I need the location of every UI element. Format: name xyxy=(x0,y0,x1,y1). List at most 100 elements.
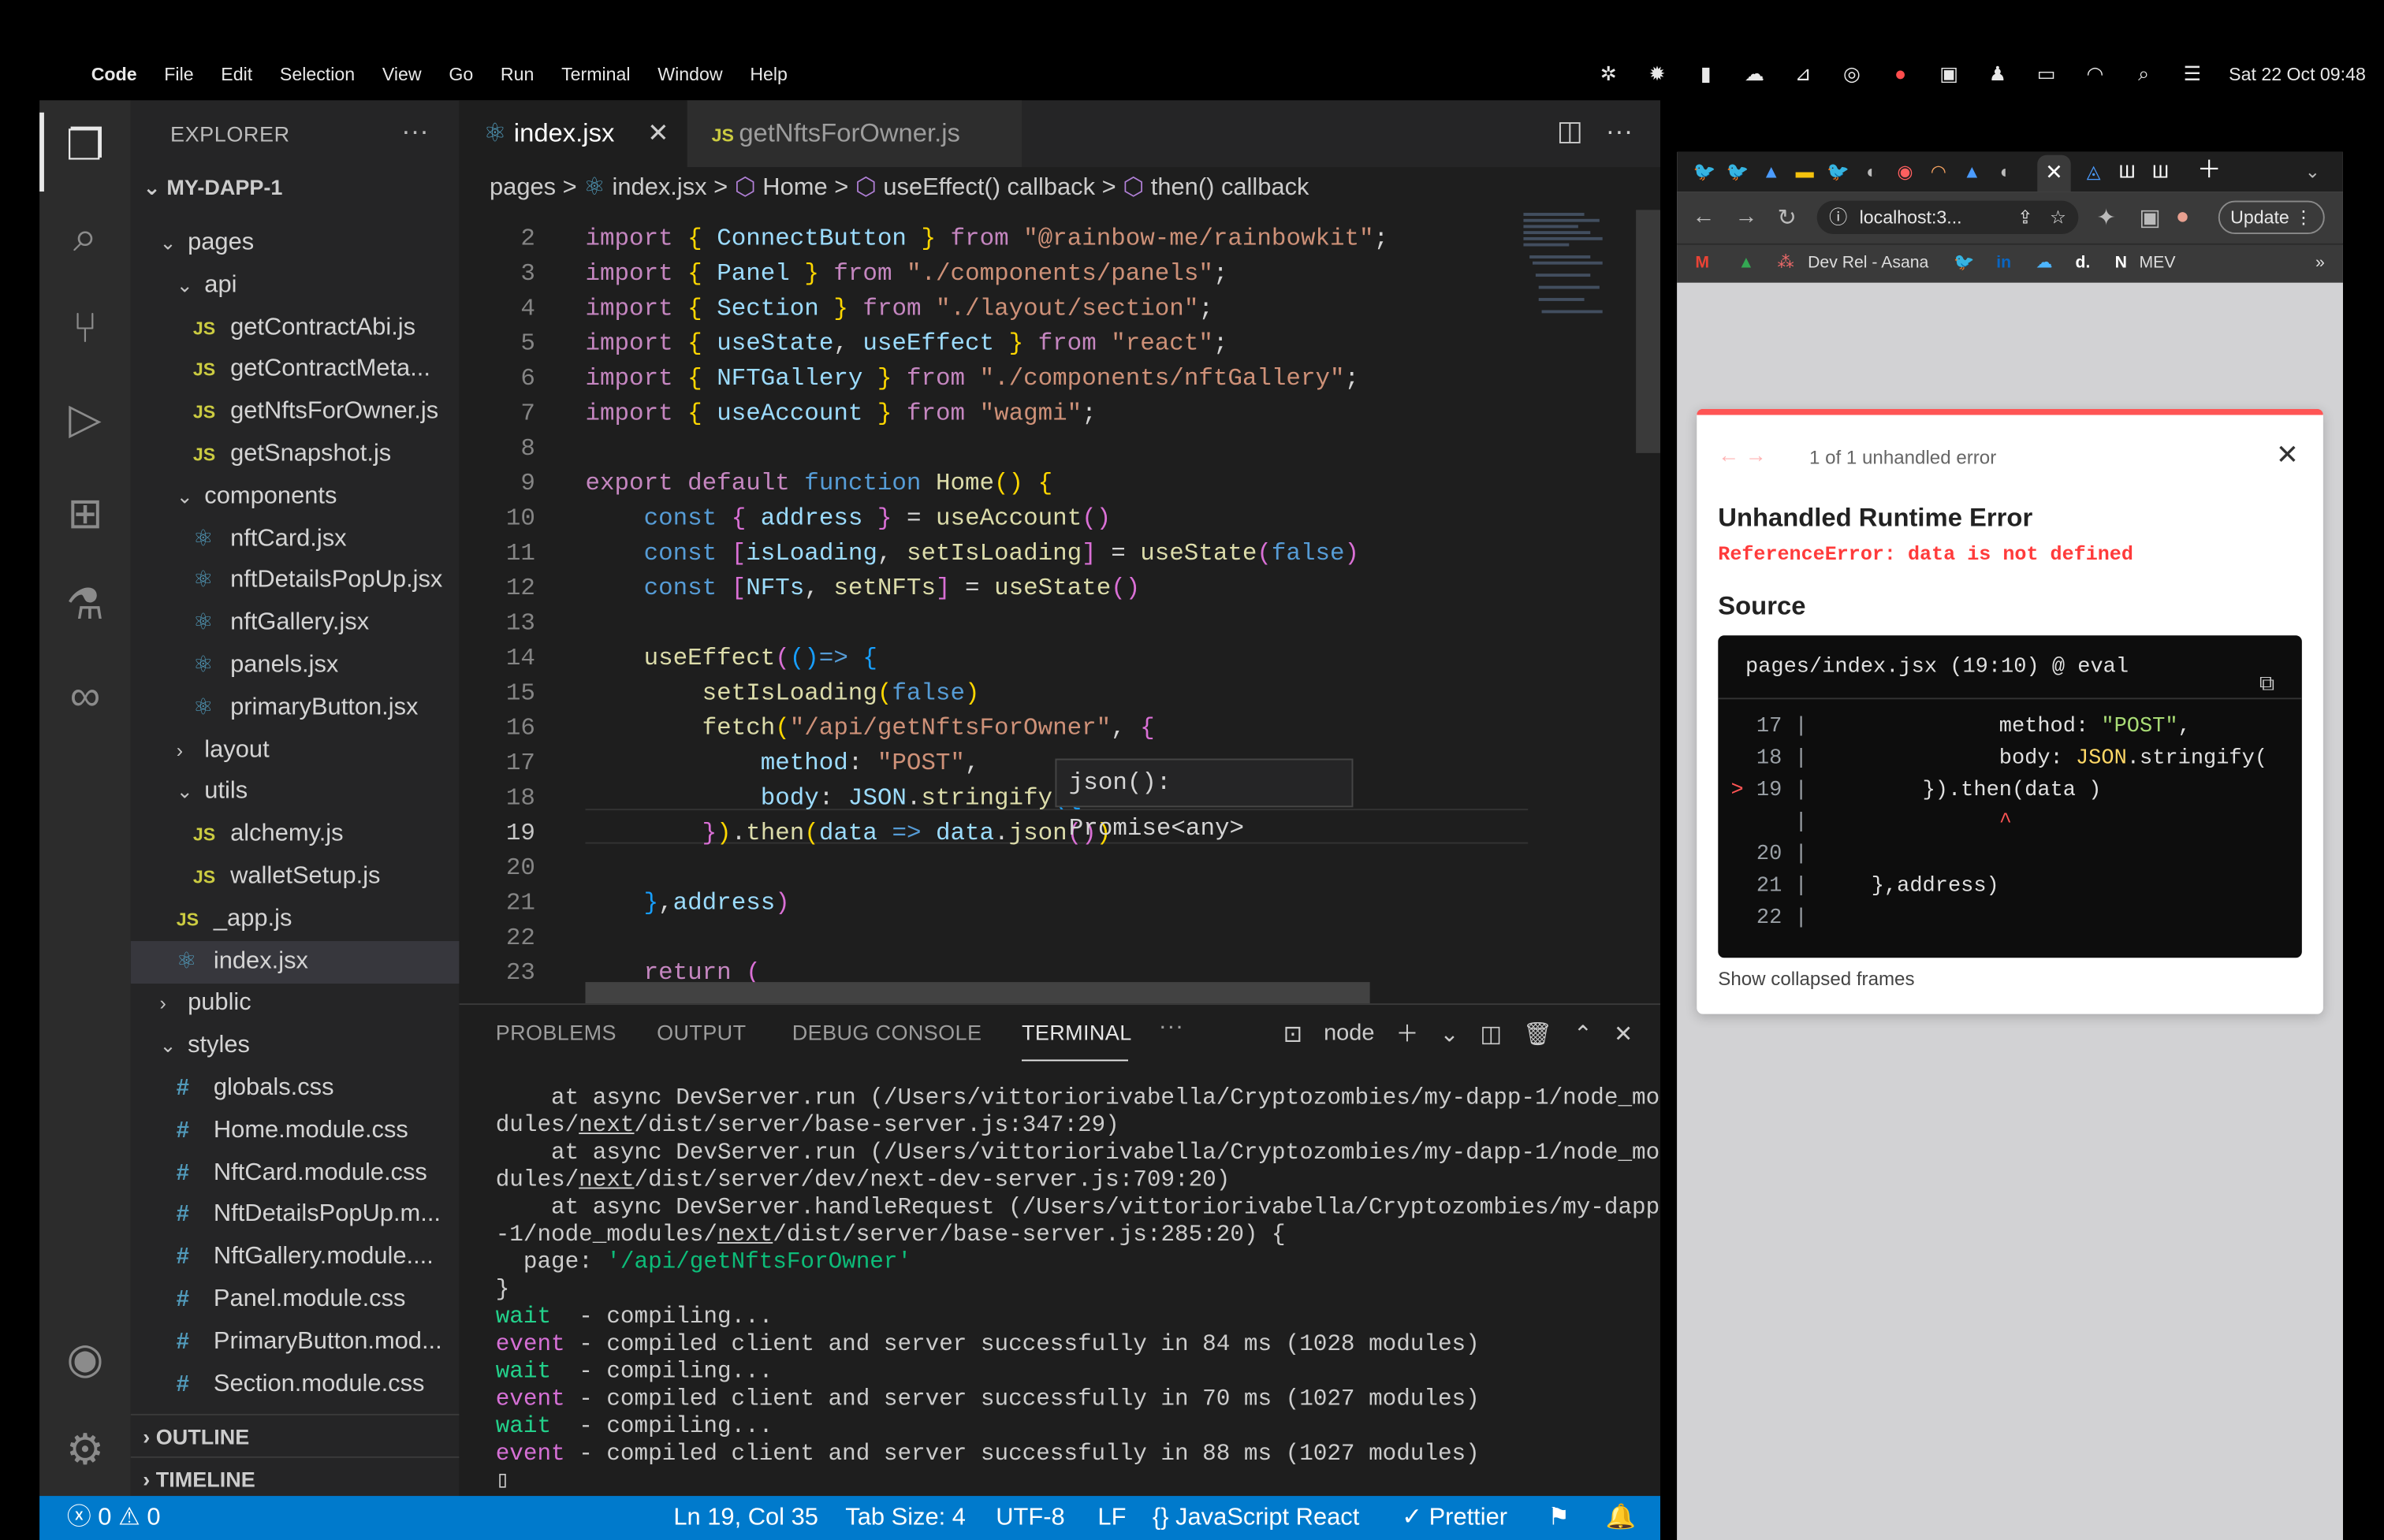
record-tab-icon[interactable]: ◉ xyxy=(1890,158,1920,186)
arrow-left-icon[interactable]: ← xyxy=(1718,442,1739,467)
trash-icon[interactable]: 🗑 xyxy=(1523,1019,1552,1047)
feedback-icon[interactable]: ⚑ xyxy=(1548,1496,1570,1540)
tab-terminal[interactable]: TERMINAL xyxy=(1022,1020,1132,1044)
tree-file[interactable]: # Panel.module.css xyxy=(131,1278,460,1321)
bookmark-mev[interactable]: MEV xyxy=(2139,245,2175,281)
end-of-line[interactable]: LF xyxy=(1097,1496,1126,1540)
breadcrumb-home[interactable]: Home xyxy=(762,175,827,201)
tree-file[interactable]: ⚛ panels.jsx xyxy=(131,645,460,687)
tree-folder[interactable]: ⌄ utils xyxy=(131,772,460,814)
github-icon[interactable]: ◐ xyxy=(1990,158,2021,186)
menu-app-name[interactable]: Code xyxy=(77,64,151,85)
extensions-puzzle-icon[interactable]: ✦ xyxy=(2096,203,2115,231)
more-actions-icon[interactable]: ··· xyxy=(401,116,429,148)
workspace-root[interactable]: ⌄ MY-DAPP-1 xyxy=(131,170,460,203)
linkedin-icon[interactable]: in xyxy=(1996,245,2011,281)
tab-icon[interactable]: Ш xyxy=(2145,158,2176,186)
wifi-icon[interactable]: ◠ xyxy=(2083,63,2107,85)
tree-file[interactable]: # globals.css xyxy=(131,1067,460,1110)
menu-help[interactable]: Help xyxy=(736,64,801,85)
terminal-output[interactable]: at async DevServer.run (/Users/vittorior… xyxy=(496,1084,1659,1494)
breadcrumb-then[interactable]: then() callback xyxy=(1151,175,1309,201)
encoding[interactable]: UTF-8 xyxy=(996,1496,1064,1540)
tree-file[interactable]: ⚛ primaryButton.jsx xyxy=(131,686,460,729)
minimap[interactable] xyxy=(1523,210,1615,362)
breadcrumb-pages[interactable]: pages xyxy=(490,175,556,201)
new-tab-icon[interactable]: ＋ xyxy=(2194,158,2225,186)
butterfly-icon[interactable]: ✲ xyxy=(1596,63,1621,85)
tab-index-jsx[interactable]: ⚛ index.jsx ✕ xyxy=(459,100,687,168)
settings-gear-icon[interactable]: ⚙ xyxy=(58,1423,112,1477)
vertical-scrollbar[interactable] xyxy=(1636,210,1660,453)
code-editor[interactable]: 2 import { ConnectButton } from "@rainbow… xyxy=(459,210,1660,1004)
menu-go[interactable]: Go xyxy=(435,64,487,85)
split-terminal-icon[interactable]: ◫ xyxy=(1481,1019,1502,1047)
audio-icon[interactable]: ▮ xyxy=(1693,63,1718,85)
gmail-icon[interactable]: M xyxy=(1695,245,1709,281)
external-link-icon[interactable]: ⧉ xyxy=(2259,653,2274,717)
focus-icon[interactable]: ◎ xyxy=(1839,63,1864,85)
explorer-files-icon[interactable]: ❐ xyxy=(58,118,112,173)
tree-file[interactable]: JS alchemy.js xyxy=(131,813,460,856)
tree-file[interactable]: ⚛ index.jsx xyxy=(130,940,460,984)
arrow-right-icon[interactable]: → xyxy=(1745,442,1767,467)
tree-folder[interactable]: ⌄ styles xyxy=(131,1025,460,1067)
menubar-datetime[interactable]: Sat 22 Oct 09:48 xyxy=(2229,64,2366,85)
bell-icon[interactable]: 🔔 xyxy=(1606,1496,1636,1540)
testing-flask-icon[interactable]: ⚗ xyxy=(58,578,112,632)
slides-tab-icon[interactable]: ▬ xyxy=(1790,158,1820,186)
split-editor-icon[interactable]: ◫ xyxy=(1557,116,1583,147)
app-tab-icon[interactable]: ▲ xyxy=(1957,158,1987,186)
app-tab-icon[interactable]: ◬ xyxy=(2078,158,2109,186)
remote-icon[interactable]: ∞ xyxy=(58,669,112,724)
tree-file[interactable]: # PrimaryButton.mod... xyxy=(131,1321,460,1363)
tree-folder[interactable]: › public xyxy=(131,983,460,1025)
run-debug-icon[interactable]: ▷ xyxy=(58,392,112,447)
terminal-shell[interactable]: node xyxy=(1324,1020,1374,1046)
tree-file[interactable]: ⚛ nftCard.jsx xyxy=(131,518,460,560)
search-icon[interactable]: ⌕ xyxy=(58,210,112,264)
star-icon[interactable]: ☆ xyxy=(2050,201,2066,234)
tab-debug-console[interactable]: DEBUG CONSOLE xyxy=(792,1020,982,1044)
menu-run[interactable]: Run xyxy=(487,64,548,85)
twitter-icon[interactable]: 🐦 xyxy=(1823,158,1853,186)
reload-icon[interactable]: ↻ xyxy=(1777,203,1796,231)
menu-window[interactable]: Window xyxy=(644,64,736,85)
rainbow-icon[interactable]: ◠ xyxy=(1924,158,1954,186)
tree-file[interactable]: JS getNftsForOwner.js xyxy=(131,391,460,433)
tree-folder[interactable]: ⌄ pages xyxy=(131,222,460,265)
breadcrumb-useeffect[interactable]: useEffect() callback xyxy=(883,175,1095,201)
app-icon[interactable]: ▣ xyxy=(1937,63,1961,85)
source-control-icon[interactable]: ⑂ xyxy=(58,301,112,355)
battery-icon[interactable]: ▭ xyxy=(2034,63,2058,85)
d-icon[interactable]: d. xyxy=(2075,245,2090,281)
tree-file[interactable]: JS getSnapshot.js xyxy=(131,433,460,476)
menu-file[interactable]: File xyxy=(151,64,207,85)
close-icon[interactable]: ✕ xyxy=(647,100,669,167)
search-icon[interactable]: ⌕ xyxy=(2132,63,2156,85)
timeline-section[interactable]: › TIMELINE xyxy=(130,1456,460,1499)
tab-problems[interactable]: PROBLEMS xyxy=(496,1020,616,1044)
prettier-status[interactable]: ✓ Prettier xyxy=(1402,1496,1507,1540)
record-icon[interactable]: ● xyxy=(1888,63,1913,85)
cloud-icon[interactable]: ☁ xyxy=(1742,63,1767,85)
github-icon[interactable]: ◐ xyxy=(1857,158,1887,186)
code-frame-file[interactable]: pages/index.jsx (19:10) @ eval ⧉ xyxy=(1718,635,2302,700)
update-button[interactable]: Update ⋮ xyxy=(2218,200,2325,235)
address-bar[interactable]: ⓘ localhost:3... ⇪ ☆ xyxy=(1816,200,2079,235)
panel-more-icon[interactable]: ··· xyxy=(1159,1014,1184,1042)
tree-file[interactable]: ⚛ nftGallery.jsx xyxy=(131,602,460,645)
tree-file[interactable]: # Section.module.css xyxy=(131,1363,460,1405)
menu-view[interactable]: View xyxy=(368,64,434,85)
tree-folder[interactable]: ⌄ components xyxy=(131,475,460,518)
add-terminal-icon[interactable]: ＋ xyxy=(1395,1017,1418,1049)
language-mode[interactable]: {} JavaScript React xyxy=(1153,1496,1359,1540)
tree-file[interactable]: # NftGallery.module.... xyxy=(131,1237,460,1279)
extensions-icon[interactable]: ⊞ xyxy=(58,486,112,541)
sidebar-icon[interactable]: ▣ xyxy=(2139,203,2160,231)
tree-folder[interactable]: › layout xyxy=(131,729,460,772)
tab-output[interactable]: OUTPUT xyxy=(657,1020,746,1044)
close-icon[interactable]: ✕ xyxy=(2276,439,2299,471)
tree-file[interactable]: JS _app.js xyxy=(131,898,460,941)
app-tab-icon[interactable]: ▲ xyxy=(1756,158,1786,186)
